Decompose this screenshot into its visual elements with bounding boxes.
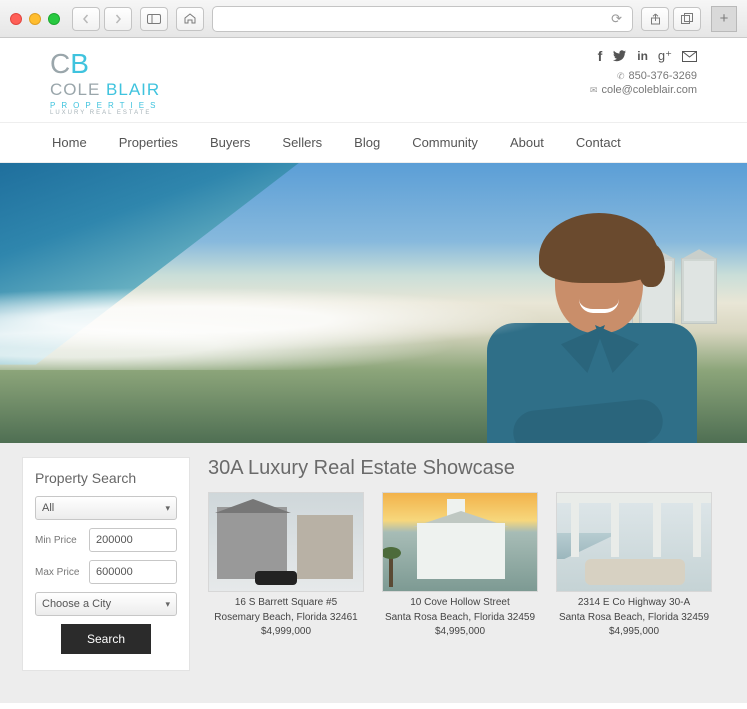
header-email[interactable]: ✉ cole@coleblair.com <box>590 84 697 96</box>
listing-price: $4,995,000 <box>382 625 538 640</box>
facebook-icon[interactable]: f <box>598 48 603 64</box>
nav-blog[interactable]: Blog <box>354 135 380 150</box>
nav-about[interactable]: About <box>510 135 544 150</box>
listing-card[interactable]: 16 S Barrett Square #5 Rosemary Beach, F… <box>208 492 364 640</box>
listing-card[interactable]: 10 Cove Hollow Street Santa Rosa Beach, … <box>382 492 538 640</box>
googleplus-icon[interactable]: g⁺ <box>658 48 672 64</box>
browser-toolbar: ⟳ + <box>0 0 747 38</box>
max-price-label: Max Price <box>35 567 83 578</box>
listing-thumbnail <box>208 492 364 592</box>
nav-sellers[interactable]: Sellers <box>282 135 322 150</box>
property-search-panel: Property Search All▾ Min Price Max Price… <box>22 457 190 671</box>
chevron-down-icon: ▾ <box>165 503 170 514</box>
logo-tagline: LUXURY REAL ESTATE <box>50 110 151 116</box>
address-bar[interactable]: ⟳ <box>212 6 633 32</box>
logo-mark: CB <box>50 48 89 80</box>
forward-button[interactable] <box>104 7 132 31</box>
listing-cards: 16 S Barrett Square #5 Rosemary Beach, F… <box>208 492 725 640</box>
search-title: Property Search <box>35 470 177 486</box>
listing-address: 16 S Barrett Square #5 <box>208 596 364 611</box>
logo-wordmark: COLE BLAIR <box>50 80 160 100</box>
listing-price: $4,999,000 <box>208 625 364 640</box>
logo-subtitle: PROPERTIES <box>50 101 161 110</box>
listing-city: Santa Rosa Beach, Florida 32459 <box>382 611 538 626</box>
nav-home[interactable]: Home <box>52 135 87 150</box>
header-contact: f in g⁺ ✆ 850-376-3269 ✉ cole@coleblair.… <box>590 48 697 116</box>
social-links: f in g⁺ <box>590 48 697 64</box>
nav-community[interactable]: Community <box>412 135 478 150</box>
chevron-down-icon: ▾ <box>165 599 170 610</box>
min-price-input[interactable] <box>89 528 177 552</box>
phone-icon: ✆ <box>617 71 625 82</box>
site-header: CB COLE BLAIR PROPERTIES LUXURY REAL EST… <box>0 38 747 123</box>
nav-contact[interactable]: Contact <box>576 135 621 150</box>
nav-buyers[interactable]: Buyers <box>210 135 250 150</box>
sidebar-toggle-button[interactable] <box>140 7 168 31</box>
header-phone[interactable]: ✆ 850-376-3269 <box>590 70 697 82</box>
listing-city: Santa Rosa Beach, Florida 32459 <box>556 611 712 626</box>
listing-thumbnail <box>382 492 538 592</box>
max-price-input[interactable] <box>89 560 177 584</box>
maximize-window-button[interactable] <box>48 13 60 25</box>
minimize-window-button[interactable] <box>29 13 41 25</box>
page-content: CB COLE BLAIR PROPERTIES LUXURY REAL EST… <box>0 38 747 709</box>
listing-address: 10 Cove Hollow Street <box>382 596 538 611</box>
hero-ocean <box>0 163 299 365</box>
new-tab-button[interactable]: + <box>711 6 737 32</box>
primary-nav: Home Properties Buyers Sellers Blog Comm… <box>0 123 747 163</box>
mail-icon[interactable] <box>682 48 697 64</box>
back-button[interactable] <box>72 7 100 31</box>
nav-properties[interactable]: Properties <box>119 135 178 150</box>
linkedin-icon[interactable]: in <box>637 48 648 64</box>
showcase-title: 30A Luxury Real Estate Showcase <box>208 457 725 480</box>
type-select[interactable]: All▾ <box>35 496 177 520</box>
tabs-button[interactable] <box>673 7 701 31</box>
city-select[interactable]: Choose a City▾ <box>35 592 177 616</box>
hero-image <box>0 163 747 443</box>
home-button[interactable] <box>176 7 204 31</box>
min-price-label: Min Price <box>35 535 83 546</box>
search-button[interactable]: Search <box>61 624 151 654</box>
brand-logo[interactable]: CB COLE BLAIR PROPERTIES LUXURY REAL EST… <box>50 48 161 116</box>
share-button[interactable] <box>641 7 669 31</box>
lower-section: Property Search All▾ Min Price Max Price… <box>0 443 747 703</box>
twitter-icon[interactable] <box>612 48 627 64</box>
envelope-icon: ✉ <box>590 85 598 96</box>
window-controls <box>10 13 60 25</box>
showcase-section: 30A Luxury Real Estate Showcase 16 S Bar… <box>208 457 725 640</box>
hero-portrait <box>477 213 707 443</box>
close-window-button[interactable] <box>10 13 22 25</box>
listing-price: $4,995,000 <box>556 625 712 640</box>
refresh-icon[interactable]: ⟳ <box>611 11 622 27</box>
listing-card[interactable]: 2314 E Co Highway 30-A Santa Rosa Beach,… <box>556 492 712 640</box>
listing-address: 2314 E Co Highway 30-A <box>556 596 712 611</box>
listing-thumbnail <box>556 492 712 592</box>
listing-city: Rosemary Beach, Florida 32461 <box>208 611 364 626</box>
